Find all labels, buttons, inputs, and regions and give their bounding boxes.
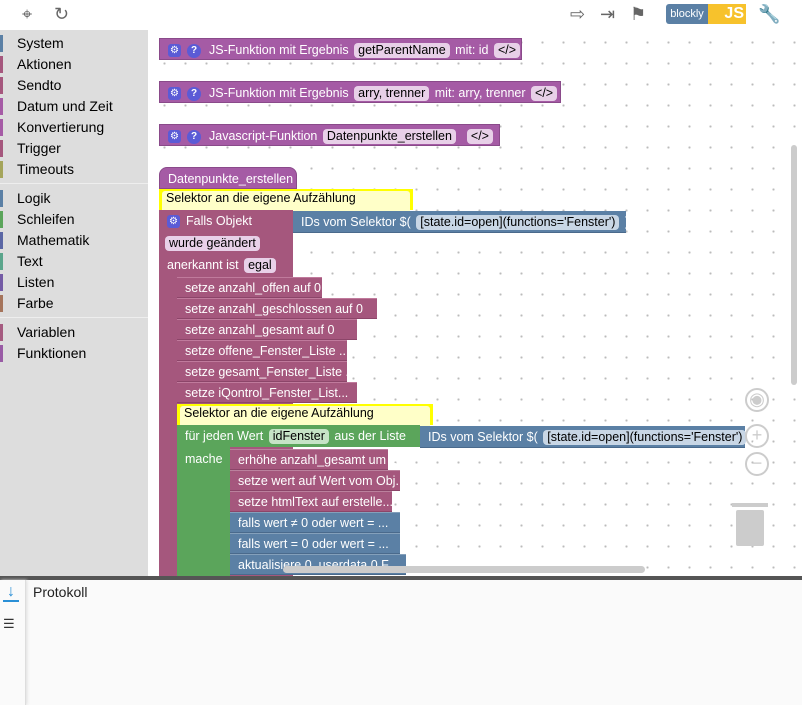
checkered-flag-icon[interactable]: ⚑ bbox=[630, 4, 646, 24]
category-listen[interactable]: Listen bbox=[0, 272, 148, 293]
change-dropdown[interactable]: wurde geändert bbox=[165, 236, 260, 251]
ack-row: anerkannt ist egal bbox=[159, 254, 278, 276]
set-variable-block[interactable]: setze anzahl_gesamt auf 0 bbox=[177, 319, 357, 340]
selector-field[interactable]: [state.id=open](functions='Fenster') bbox=[416, 215, 620, 230]
statement-block[interactable]: setze wert auf Wert vom Obj... bbox=[230, 470, 406, 491]
category-separator bbox=[0, 317, 148, 318]
selector-block[interactable]: IDs vom Selektor $( [state.id=open](func… bbox=[293, 211, 630, 233]
category-sendto[interactable]: Sendto bbox=[0, 75, 148, 96]
loop-label: für jeden Wert bbox=[185, 429, 264, 443]
statement-block[interactable]: falls wert ≠ 0 oder wert = ... bbox=[230, 512, 400, 533]
recenter-icon[interactable]: ◉ bbox=[745, 388, 769, 412]
category-mathematik[interactable]: Mathematik bbox=[0, 230, 148, 251]
statement-block[interactable]: setze htmlText auf erstelle... bbox=[230, 491, 393, 512]
selector-label: IDs vom Selektor $( bbox=[301, 215, 411, 229]
import-icon[interactable]: ⇥ bbox=[600, 4, 615, 24]
code-button[interactable]: </> bbox=[494, 43, 521, 58]
category-trigger[interactable]: Trigger bbox=[0, 138, 148, 159]
set-variable-block[interactable]: setze anzahl_geschlossen auf 0 bbox=[177, 298, 377, 319]
function-name-field[interactable]: Datenpunkte_erstellen bbox=[322, 129, 456, 144]
function-name-field[interactable]: getParentName bbox=[354, 43, 450, 58]
js-label: JS bbox=[708, 4, 746, 24]
help-icon[interactable]: ? bbox=[187, 129, 201, 144]
comment-block[interactable]: Selektor an die eigene Aufzählung anpass… bbox=[159, 189, 413, 221]
trigger-label: Falls Objekt bbox=[186, 214, 252, 228]
set-variable-block[interactable]: setze anzahl_offen auf 0 bbox=[177, 277, 322, 298]
export-icon[interactable]: ⇨ bbox=[570, 4, 585, 24]
code-button[interactable]: </> bbox=[531, 86, 558, 101]
zoom-out-icon[interactable]: − bbox=[745, 452, 769, 476]
params-label: mit: id bbox=[455, 43, 489, 57]
params-label: mit: arry, trenner bbox=[434, 86, 526, 100]
zoom-in-icon[interactable]: + bbox=[745, 424, 769, 448]
scroll-to-bottom-icon[interactable]: ↓ bbox=[3, 584, 19, 602]
log-panel: ↓ ☰ Protokoll bbox=[0, 580, 802, 705]
category-datum-und-zeit[interactable]: Datum und Zeit bbox=[0, 96, 148, 117]
log-title: Protokoll bbox=[33, 584, 88, 600]
blockly-js-toggle[interactable]: blockly JS bbox=[666, 4, 746, 24]
category-timeouts[interactable]: Timeouts bbox=[0, 159, 148, 180]
category-text[interactable]: Text bbox=[0, 251, 148, 272]
gear-icon[interactable]: ⚙ bbox=[168, 44, 181, 58]
loop-from-label: aus der Liste bbox=[334, 429, 406, 443]
block-label: JS-Funktion mit Ergebnis bbox=[209, 86, 349, 100]
gear-icon[interactable]: ⚙ bbox=[167, 215, 180, 229]
category-variablen[interactable]: Variablen bbox=[0, 322, 148, 343]
set-variable-block[interactable]: setze iQontrol_Fenster_List... bbox=[177, 382, 357, 403]
help-icon[interactable]: ? bbox=[187, 86, 201, 101]
wrench-icon[interactable]: 🔧 bbox=[758, 4, 780, 24]
statement-block[interactable]: erhöhe anzahl_gesamt um 1 bbox=[230, 449, 396, 470]
refresh-icon[interactable]: ↻ bbox=[54, 4, 69, 24]
ack-label: anerkannt ist bbox=[167, 258, 239, 272]
code-button[interactable]: </> bbox=[466, 129, 493, 144]
trigger-header: ⚙ Falls Objekt bbox=[159, 210, 252, 232]
toolbox-sidebar: System Aktionen Sendto Datum und Zeit Konver… bbox=[0, 30, 148, 577]
locate-icon[interactable]: ⌖ bbox=[22, 4, 32, 24]
loop-variable-dropdown[interactable]: idFenster bbox=[268, 429, 329, 444]
procedure-hat-block[interactable]: Datenpunkte_erstellen bbox=[159, 167, 297, 189]
vertical-scrollbar[interactable] bbox=[791, 145, 797, 385]
log-sidebar: ↓ ☰ bbox=[0, 580, 26, 705]
js-procedure-block[interactable]: ⚙? Javascript-Funktion Datenpunkte_erstel… bbox=[159, 124, 500, 146]
category-farbe[interactable]: Farbe bbox=[0, 293, 148, 314]
loop-do-label: mache bbox=[185, 452, 223, 466]
comment-block[interactable]: Selektor an die eigene Aufzählung anpass… bbox=[177, 404, 433, 436]
js-function-block[interactable]: ⚙? JS-Funktion mit Ergebnis arry, trenner… bbox=[159, 81, 561, 103]
gear-icon[interactable]: ⚙ bbox=[168, 130, 181, 144]
set-variable-block[interactable]: setze gesamt_Fenster_Liste ... bbox=[177, 361, 356, 382]
category-funktionen[interactable]: Funktionen bbox=[0, 343, 148, 364]
trigger-row: wurde geändert bbox=[159, 232, 262, 254]
js-function-block[interactable]: ⚙? JS-Funktion mit Ergebnis getParentName… bbox=[159, 38, 522, 60]
ack-dropdown[interactable]: egal bbox=[244, 258, 276, 273]
statement-block[interactable]: falls wert = 0 oder wert = ... bbox=[230, 533, 400, 554]
selector-block[interactable]: IDs vom Selektor $( [state.id=open](func… bbox=[420, 426, 756, 448]
blockly-label: blockly bbox=[666, 4, 708, 24]
category-konvertierung[interactable]: Konvertierung bbox=[0, 117, 148, 138]
category-aktionen[interactable]: Aktionen bbox=[0, 54, 148, 75]
trash-icon[interactable] bbox=[732, 500, 768, 548]
for-each-header: für jeden Wert idFenster aus der Liste bbox=[177, 425, 406, 447]
category-separator bbox=[0, 183, 148, 184]
selector-field[interactable]: [state.id=open](functions='Fenster') bbox=[543, 430, 747, 445]
selector-label: IDs vom Selektor $( bbox=[428, 430, 538, 444]
selector-close: ) bbox=[624, 215, 630, 229]
category-logik[interactable]: Logik bbox=[0, 188, 148, 209]
set-variable-block[interactable]: setze offene_Fenster_Liste ... bbox=[177, 340, 349, 361]
blockly-workspace[interactable]: ⚙? JS-Funktion mit Ergebnis getParentName… bbox=[148, 30, 802, 577]
help-icon[interactable]: ? bbox=[187, 43, 201, 58]
log-view-icon[interactable]: ☰ bbox=[3, 616, 15, 632]
block-label: Javascript-Funktion bbox=[209, 129, 318, 143]
block-label: JS-Funktion mit Ergebnis bbox=[209, 43, 349, 57]
gear-icon[interactable]: ⚙ bbox=[168, 87, 181, 101]
toolbar: ⌖ ↻ ⇨ ⇥ ⚑ blockly JS 🔧 bbox=[0, 0, 802, 30]
function-name-field[interactable]: arry, trenner bbox=[354, 86, 430, 101]
horizontal-scrollbar[interactable] bbox=[283, 566, 645, 573]
category-schleifen[interactable]: Schleifen bbox=[0, 209, 148, 230]
category-system[interactable]: System bbox=[0, 33, 148, 54]
